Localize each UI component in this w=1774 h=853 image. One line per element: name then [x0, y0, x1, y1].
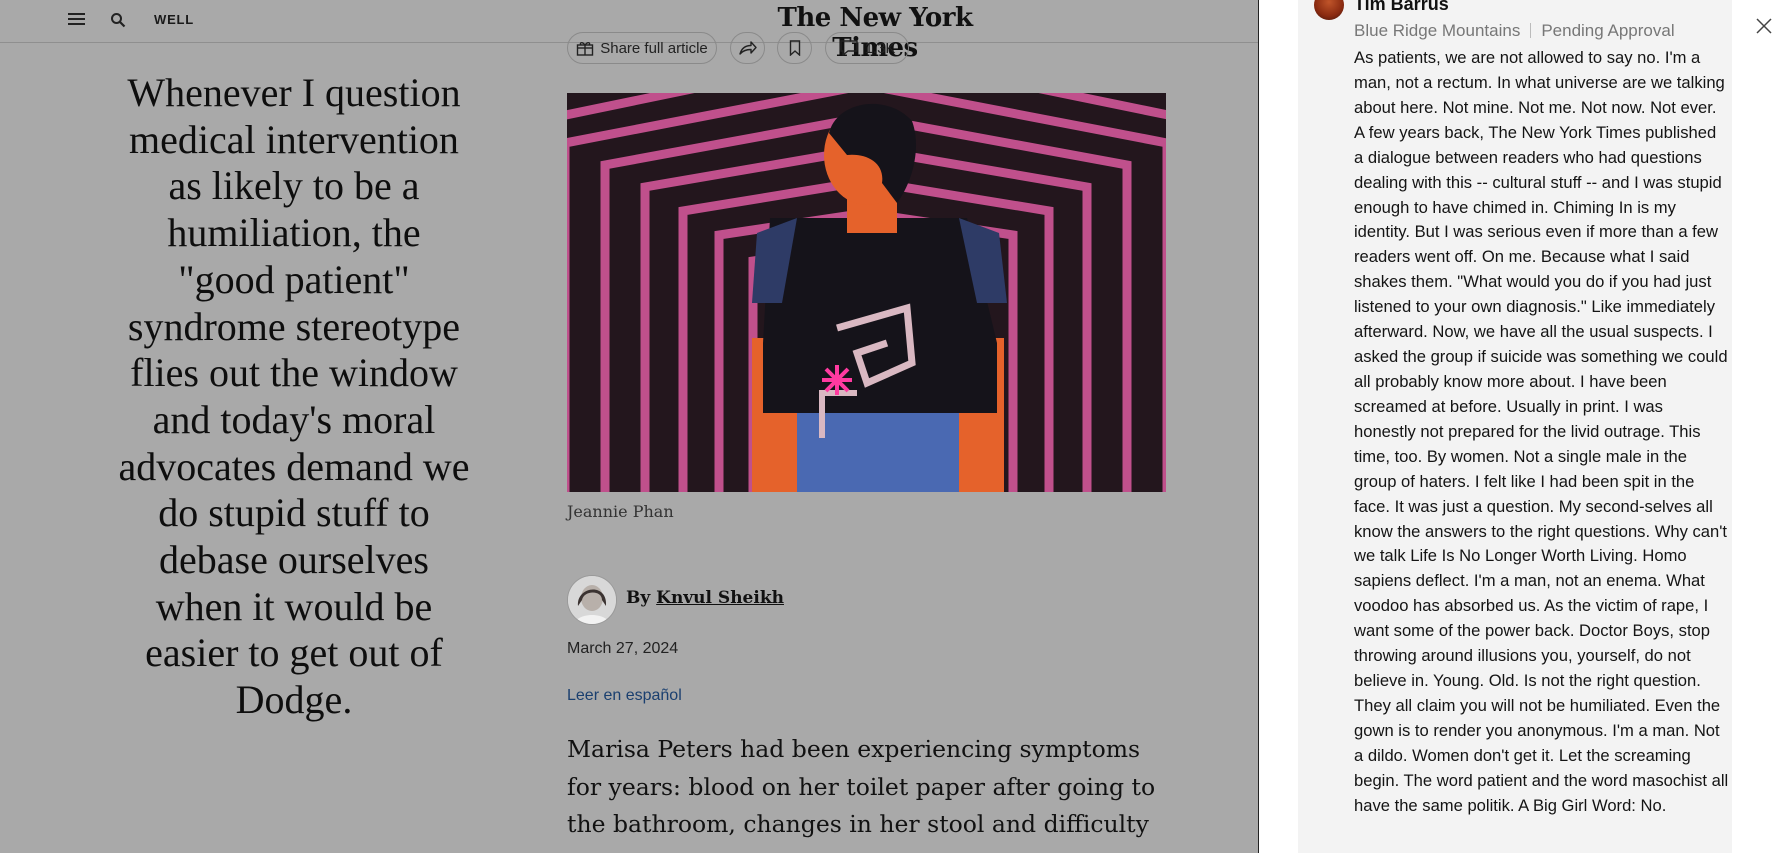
save-button[interactable]	[777, 32, 812, 64]
share-button[interactable]	[730, 32, 765, 64]
share-label: Share full article	[600, 39, 708, 57]
close-icon[interactable]	[1754, 16, 1774, 36]
comments-panel: Tim Barrus Blue Ridge Mountains Pending A…	[1258, 0, 1774, 853]
commenter-meta: Blue Ridge Mountains Pending Approval	[1354, 21, 1675, 41]
search-icon[interactable]	[110, 12, 126, 28]
bookmark-icon	[789, 40, 800, 56]
comment-text: As patients, we are not allowed to say n…	[1354, 48, 1729, 815]
spanish-link[interactable]: Leer en español	[567, 687, 682, 705]
article-body: Marisa Peters had been experiencing symp…	[567, 735, 1156, 838]
pull-quote: Whenever I question medical intervention…	[118, 70, 470, 723]
comments-button[interactable]: 1.3K	[825, 32, 909, 64]
share-full-article-button[interactable]: Share full article	[567, 32, 717, 64]
comment-count: 1.3K	[864, 39, 896, 57]
commenter-location: Blue Ridge Mountains	[1354, 21, 1521, 40]
publish-date: March 27, 2024	[567, 640, 679, 657]
section-link[interactable]: WELL	[154, 12, 194, 27]
byline: By Knvul Sheikh	[626, 588, 784, 608]
comment-icon	[839, 40, 858, 56]
illustration-art	[567, 93, 1166, 492]
share-icon	[738, 41, 757, 55]
comment-status: Pending Approval	[1541, 21, 1675, 40]
menu-icon[interactable]	[68, 13, 85, 26]
hero-illustration	[567, 93, 1166, 492]
author-photo	[568, 576, 616, 624]
author-avatar[interactable]	[567, 575, 617, 625]
commenter-name: Tim Barrus	[1354, 0, 1449, 14]
meta-divider	[1530, 23, 1532, 38]
author-link[interactable]: Knvul Sheikh	[656, 588, 784, 608]
byline-prefix: By	[626, 588, 651, 608]
gift-icon	[577, 42, 594, 56]
image-credit: Jeannie Phan	[567, 502, 674, 521]
